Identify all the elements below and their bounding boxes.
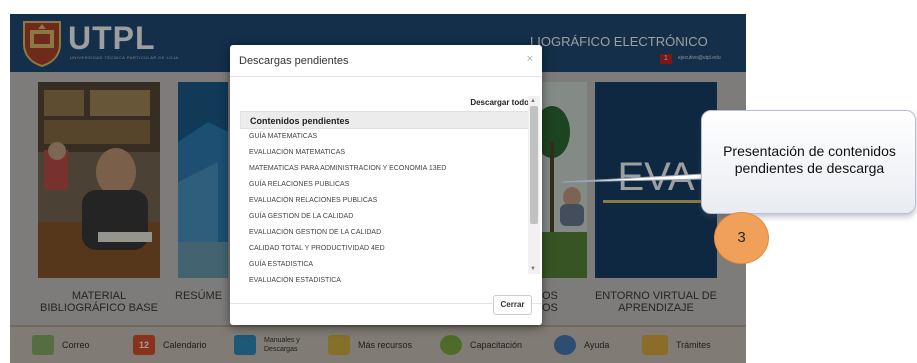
pending-list: Contenidos pendientes GUÍA MATEMATICAS E… bbox=[240, 111, 536, 297]
modal-title: Descargas pendientes bbox=[239, 55, 349, 67]
step-number-badge: 3 bbox=[714, 212, 769, 264]
list-item[interactable]: GUÍA GESTION DE LA CALIDAD bbox=[240, 209, 536, 225]
list-item[interactable]: EVALUACIÓN GESTION DE LA CALIDAD bbox=[240, 225, 536, 241]
scroll-down-icon[interactable]: ▼ bbox=[530, 266, 536, 272]
list-item[interactable]: EVALUACIÓN ESTADISTICA bbox=[240, 273, 536, 289]
pending-downloads-modal: Descargas pendientes × Descargar todo Co… bbox=[230, 45, 542, 325]
callout-box: Presentación de contenidos pendientes de… bbox=[701, 110, 916, 214]
list-item[interactable]: EVALUACIÓN MATEMATICAS bbox=[240, 145, 536, 161]
list-item[interactable]: GUÍA MATEMATICAS bbox=[240, 129, 536, 145]
callout-text: Presentación de contenidos pendientes de… bbox=[723, 143, 896, 176]
app-window: UTPL UNIVERSIDAD TÉCNICA PARTICULAR DE L… bbox=[10, 14, 746, 363]
modal-divider bbox=[230, 76, 542, 77]
scroll-up-icon[interactable]: ▲ bbox=[530, 98, 536, 104]
list-item[interactable]: MATEMATICAS PARA ADMINISTRACION Y ECONOM… bbox=[240, 161, 536, 177]
close-button[interactable]: Cerrar bbox=[493, 295, 532, 315]
list-scrollbar[interactable]: ▲ ▼ bbox=[528, 96, 540, 274]
list-item[interactable]: CALIDAD TOTAL Y PRODUCTIVIDAD 4ED bbox=[240, 241, 536, 257]
close-icon[interactable]: × bbox=[527, 53, 533, 65]
list-item[interactable]: EVALUACIÓN RELACIONES PUBLICAS bbox=[240, 193, 536, 209]
list-item[interactable]: GUÍA RELACIONES PUBLICAS bbox=[240, 177, 536, 193]
list-item[interactable]: GUÍA ESTADISTICA bbox=[240, 257, 536, 273]
pending-list-header: Contenidos pendientes bbox=[240, 111, 536, 129]
download-all-link[interactable]: Descargar todo bbox=[470, 98, 529, 107]
scroll-thumb[interactable] bbox=[530, 106, 538, 224]
